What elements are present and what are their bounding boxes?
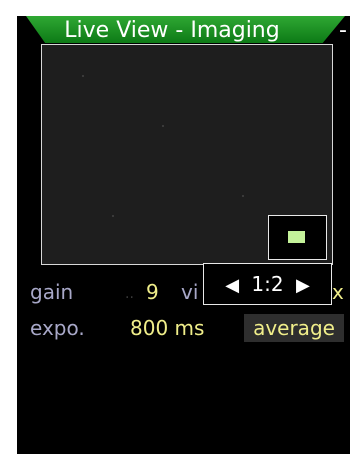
right-triangle-icon[interactable]: ▶: [296, 266, 310, 306]
sensor-noise: [82, 75, 84, 77]
average-mode-button[interactable]: average: [244, 314, 344, 342]
sensor-noise: [112, 215, 114, 217]
view-label: vi: [181, 280, 199, 304]
gain-label: gain: [30, 280, 74, 304]
gain-value[interactable]: 9: [146, 280, 159, 304]
left-triangle-icon[interactable]: ◀: [225, 266, 239, 306]
zoom-ratio-popup[interactable]: ◀ 1:2 ▶: [203, 263, 332, 305]
separator-dots: ..: [125, 286, 134, 302]
exposure-value[interactable]: 800 ms: [130, 316, 204, 340]
title-trailing-dash: -: [339, 18, 347, 43]
zoom-ratio-value: 1:2: [251, 272, 284, 296]
zoom-region-fill: [288, 231, 305, 243]
close-button[interactable]: x: [332, 279, 346, 305]
sensor-noise: [242, 195, 244, 197]
zoom-region-indicator[interactable]: [268, 215, 327, 260]
page-title: Live View - Imaging: [64, 18, 280, 43]
exposure-label: expo.: [30, 316, 85, 340]
sensor-noise: [162, 125, 164, 127]
